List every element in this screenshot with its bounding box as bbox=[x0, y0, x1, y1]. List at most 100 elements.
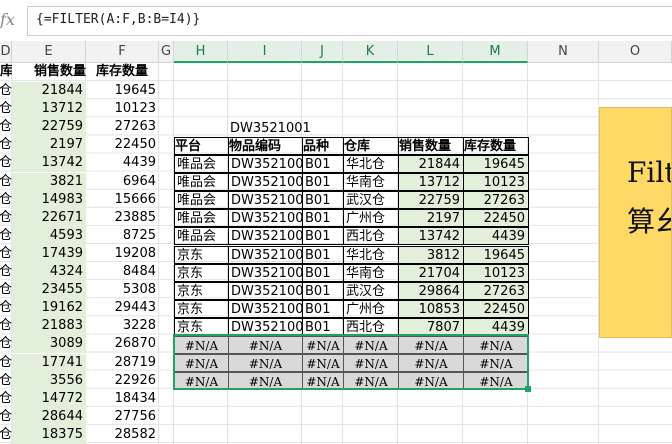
source-cell-warehouse[interactable]: 州仓 bbox=[0, 227, 12, 245]
source-cell-stock[interactable]: 22926 bbox=[86, 372, 159, 390]
filter-cell-item-code[interactable]: DW3521001 bbox=[228, 191, 303, 210]
filter-cell-item-code[interactable]: DW3521001 bbox=[228, 245, 303, 264]
filter-cell-variety[interactable]: B01 bbox=[302, 209, 344, 228]
filter-cell-platform[interactable]: 京东 bbox=[174, 263, 229, 282]
filter-header-stock[interactable]: 库存数量 bbox=[463, 137, 529, 155]
source-cell-sales[interactable]: 17741 bbox=[12, 353, 86, 372]
source-cell-sales[interactable]: 21883 bbox=[12, 317, 86, 336]
source-header-warehouse[interactable]: 库 bbox=[0, 63, 12, 81]
filter-cell-variety[interactable]: B01 bbox=[302, 173, 344, 192]
source-cell-sales[interactable]: 3556 bbox=[12, 371, 86, 390]
source-cell-warehouse[interactable]: 汉仓 bbox=[0, 299, 12, 317]
source-cell-stock[interactable]: 27263 bbox=[86, 118, 159, 136]
source-cell-stock[interactable]: 6964 bbox=[86, 173, 159, 191]
filter-cell-warehouse[interactable]: 华北仓 bbox=[343, 245, 399, 264]
source-cell-sales[interactable]: 22759 bbox=[12, 118, 86, 137]
source-cell-sales[interactable]: 19162 bbox=[12, 299, 86, 318]
source-cell-stock[interactable]: 22450 bbox=[86, 136, 159, 154]
fx-icon[interactable]: fx bbox=[0, 10, 15, 29]
source-cell-stock[interactable]: 18434 bbox=[86, 390, 159, 408]
filter-cell-variety[interactable]: B01 bbox=[302, 227, 344, 246]
column-header-d[interactable]: D bbox=[0, 41, 12, 63]
column-header-l[interactable]: L bbox=[398, 41, 463, 63]
filter-cell-stock[interactable]: 27263 bbox=[463, 281, 529, 300]
source-cell-warehouse[interactable]: 北仓 bbox=[0, 354, 12, 372]
filter-cell-sales[interactable]: 22759 bbox=[398, 191, 464, 210]
filter-cell-variety[interactable]: B01 bbox=[302, 155, 344, 173]
source-cell-sales[interactable]: 18375 bbox=[12, 425, 86, 444]
filter-cell-sales[interactable]: 13712 bbox=[398, 173, 464, 192]
filter-cell-warehouse[interactable]: 华南仓 bbox=[343, 263, 399, 282]
note-card[interactable]: Filt 算幺 bbox=[599, 107, 672, 338]
filter-cell-warehouse[interactable]: 华北仓 bbox=[343, 155, 399, 173]
source-cell-sales[interactable]: 3821 bbox=[12, 172, 86, 191]
source-cell-stock[interactable]: 27756 bbox=[86, 408, 159, 426]
filter-cell-variety[interactable]: B01 bbox=[302, 299, 344, 318]
source-cell-warehouse[interactable]: 北仓 bbox=[0, 173, 12, 191]
filter-cell-platform[interactable]: 唯品会 bbox=[174, 209, 229, 228]
source-cell-sales[interactable]: 2197 bbox=[12, 136, 86, 155]
filter-cell-sales[interactable]: 10853 bbox=[398, 299, 464, 318]
source-cell-stock[interactable]: 8484 bbox=[86, 263, 159, 281]
filter-cell-item-code[interactable]: DW3521001 bbox=[228, 263, 303, 282]
source-cell-warehouse[interactable]: 南仓 bbox=[0, 100, 12, 118]
source-cell-stock[interactable]: 8725 bbox=[86, 227, 159, 245]
column-header-j[interactable]: J bbox=[302, 41, 343, 63]
filter-cell-stock[interactable]: 22450 bbox=[463, 299, 529, 318]
filter-cell-platform[interactable]: 唯品会 bbox=[174, 191, 229, 210]
source-cell-stock[interactable]: 28582 bbox=[86, 426, 159, 444]
column-header-e[interactable]: E bbox=[12, 41, 86, 63]
filter-cell-variety[interactable]: B01 bbox=[302, 245, 344, 264]
source-cell-warehouse[interactable]: 州仓 bbox=[0, 136, 12, 154]
source-cell-warehouse[interactable]: 汉仓 bbox=[0, 390, 12, 408]
source-cell-sales[interactable]: 22671 bbox=[12, 208, 86, 227]
filter-cell-item-code[interactable]: DW3521001 bbox=[228, 281, 303, 300]
filter-header-warehouse[interactable]: 仓库 bbox=[343, 137, 399, 155]
column-header-g[interactable]: G bbox=[159, 41, 174, 63]
filter-cell-item-code[interactable]: DW3521001 bbox=[228, 299, 303, 318]
filter-cell-warehouse[interactable]: 华南仓 bbox=[343, 173, 399, 192]
filter-cell-item-code[interactable]: DW3521001 bbox=[228, 209, 303, 228]
filter-cell-platform[interactable]: 京东 bbox=[174, 281, 229, 300]
filter-cell-stock[interactable]: 10123 bbox=[463, 263, 529, 282]
filter-cell-stock[interactable]: 19645 bbox=[463, 155, 529, 173]
filter-cell-variety[interactable]: B01 bbox=[302, 263, 344, 282]
source-cell-sales[interactable]: 14772 bbox=[12, 389, 86, 408]
source-cell-stock[interactable]: 15666 bbox=[86, 191, 159, 209]
source-cell-sales[interactable]: 21844 bbox=[12, 82, 86, 100]
filter-cell-sales[interactable]: 29864 bbox=[398, 281, 464, 300]
source-cell-stock[interactable]: 10123 bbox=[86, 100, 159, 118]
filter-cell-platform[interactable]: 京东 bbox=[174, 245, 229, 264]
filter-header-platform[interactable]: 平台 bbox=[174, 137, 229, 155]
filter-cell-stock[interactable]: 19645 bbox=[463, 245, 529, 264]
filter-cell-item-code[interactable]: DW3521001 bbox=[228, 227, 303, 246]
source-cell-warehouse[interactable]: 北仓 bbox=[0, 82, 12, 100]
source-cell-sales[interactable]: 3089 bbox=[12, 335, 86, 354]
filter-cell-variety[interactable]: B01 bbox=[302, 191, 344, 210]
source-cell-sales[interactable]: 13742 bbox=[12, 154, 86, 173]
source-cell-warehouse[interactable]: 北仓 bbox=[0, 245, 12, 263]
lookup-value-cell[interactable]: DW3521001 bbox=[230, 120, 310, 138]
column-header-k[interactable]: K bbox=[343, 41, 398, 63]
filter-cell-warehouse[interactable]: 武汉仓 bbox=[343, 191, 399, 210]
source-cell-warehouse[interactable]: 北仓 bbox=[0, 335, 12, 353]
column-header-i[interactable]: I bbox=[228, 41, 302, 63]
source-cell-warehouse[interactable]: 汉仓 bbox=[0, 209, 12, 227]
filter-cell-warehouse[interactable]: 广州仓 bbox=[343, 209, 399, 228]
source-cell-warehouse[interactable]: 州仓 bbox=[0, 408, 12, 426]
fill-handle[interactable] bbox=[525, 386, 531, 392]
filter-cell-sales[interactable]: 13742 bbox=[398, 227, 464, 246]
filter-header-item-code[interactable]: 物品编码 bbox=[228, 137, 303, 155]
filter-cell-warehouse[interactable]: 武汉仓 bbox=[343, 281, 399, 300]
source-cell-warehouse[interactable]: 汉仓 bbox=[0, 118, 12, 136]
source-cell-stock[interactable]: 28719 bbox=[86, 354, 159, 372]
column-header-h[interactable]: H bbox=[174, 41, 228, 63]
filter-cell-stock[interactable]: 22450 bbox=[463, 209, 529, 228]
filter-header-sales[interactable]: 销售数量 bbox=[398, 137, 464, 155]
source-cell-stock[interactable]: 23885 bbox=[86, 209, 159, 227]
column-header-o[interactable]: O bbox=[599, 41, 672, 63]
column-header-n[interactable]: N bbox=[528, 41, 599, 63]
filter-cell-stock[interactable]: 27263 bbox=[463, 191, 529, 210]
filter-cell-platform[interactable]: 京东 bbox=[174, 299, 229, 318]
source-cell-warehouse[interactable]: 南仓 bbox=[0, 191, 12, 209]
